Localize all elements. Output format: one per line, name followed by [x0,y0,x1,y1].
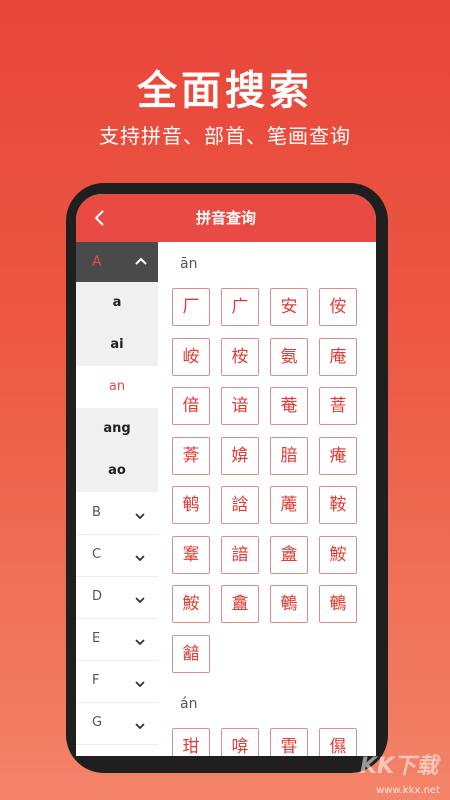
character-button[interactable]: 蓭 [270,486,308,524]
app-screen: 拼音查询 A a ai an ang ao B C D E F G ān 厂 广… [76,194,376,756]
watermark-logo: KK下载 [359,754,438,779]
sidebar-sub-item[interactable]: a [76,282,158,324]
character-button[interactable]: 玵 [172,728,210,756]
character-grid-panel: ān 厂广安侒峖桉氨庵偣谙菴萻葊媕腤痷鹌誝蓭鞍鞌諳盦鮟鮟盫鵪鵪韽 án 玵啽雸儑 [158,242,376,756]
chevron-down-icon [134,717,146,730]
character-button[interactable]: 韽 [172,634,210,673]
pinyin-section-label: án [180,696,198,712]
character-button[interactable]: 腤 [270,436,308,475]
page-title: 拼音查询 [195,209,256,227]
character-button[interactable]: 啽 [221,728,259,756]
character-button[interactable]: 媕 [221,436,259,475]
character-button[interactable]: 葊 [172,436,210,475]
character-button[interactable]: 鮟 [319,535,357,574]
character-button[interactable]: 盦 [270,535,308,574]
sidebar-sub-item-active[interactable]: an [76,366,158,408]
character-button[interactable]: 諳 [221,535,259,574]
hero-subtitle: 支持拼音、部首、笔画查询 [99,124,351,148]
chevron-down-icon [134,507,146,520]
character-button[interactable]: 萻 [319,387,357,425]
character-button[interactable]: 安 [270,288,308,326]
chevron-down-icon [134,633,146,646]
sidebar-letter-c[interactable]: C [76,534,158,577]
character-button[interactable]: 盫 [221,585,259,623]
sidebar-letter-f[interactable]: F [76,660,158,703]
character-button[interactable]: 侒 [319,288,357,326]
sidebar-letter-a[interactable]: A [76,242,158,282]
character-button[interactable]: 厂 [172,288,210,326]
character-button[interactable]: 痷 [319,436,357,475]
sidebar-letter-label: B [92,505,101,520]
character-button[interactable]: 鵪 [270,585,308,623]
hero-title: 全面搜索 [137,68,313,114]
sidebar-letter-d[interactable]: D [76,576,158,619]
watermark-url: www.kkx.net [376,785,440,796]
character-button[interactable]: 鞍 [319,486,357,524]
character-button[interactable]: 峖 [172,337,210,376]
app-header: 拼音查询 [76,194,376,242]
chevron-down-icon [134,549,146,562]
sidebar-letter-label: C [92,547,102,562]
sidebar-letter-label: E [92,631,101,646]
character-button[interactable]: 庵 [319,337,357,376]
character-button[interactable]: 鹌 [172,486,210,524]
sidebar-letter-label: D [92,589,103,604]
character-button[interactable]: 偣 [172,387,210,425]
chevron-down-icon [134,591,146,604]
character-button[interactable]: 菴 [270,387,308,425]
character-button[interactable]: 鵪 [319,585,357,623]
character-button[interactable]: 氨 [270,337,308,376]
character-button[interactable]: 儑 [319,728,357,756]
character-button[interactable]: 谙 [221,387,259,425]
letter-sidebar: A a ai an ang ao B C D E F G [76,242,158,756]
sidebar-sub-item[interactable]: ai [76,324,158,366]
sidebar-sub-item[interactable]: ang [76,408,158,450]
sidebar-letter-b[interactable]: B [76,492,158,535]
sidebar-letter-label: A [92,254,102,270]
sidebar-letter-g[interactable]: G [76,702,158,745]
character-button[interactable]: 雸 [270,728,308,756]
chevron-down-icon [134,675,146,688]
sidebar-letter-label: F [92,673,100,688]
chevron-up-icon [134,254,148,268]
character-button[interactable]: 广 [221,288,259,326]
character-button[interactable]: 鮟 [172,585,210,623]
pinyin-section-label: ān [180,256,198,272]
sidebar-letter-e[interactable]: E [76,618,158,661]
sidebar-letter-label: G [92,715,103,730]
character-button[interactable]: 鞌 [172,535,210,574]
sidebar-sub-item[interactable]: ao [76,450,158,492]
character-button[interactable]: 桉 [221,337,259,376]
character-button[interactable]: 誝 [221,486,259,524]
